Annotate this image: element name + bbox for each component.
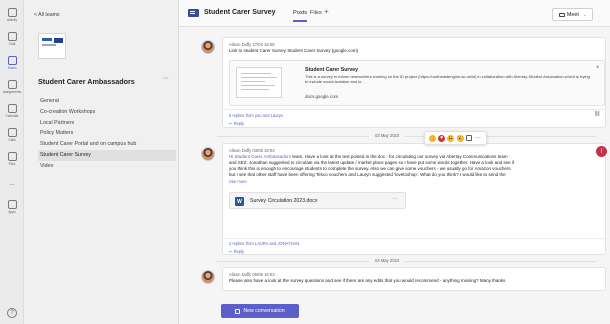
team-more-icon[interactable]: ··· — [162, 75, 169, 82]
channel-list: General Co-creation Workshops Local Part… — [38, 96, 176, 172]
all-teams-link[interactable]: < All teams — [34, 12, 60, 18]
link-icon: ⛓ — [594, 111, 601, 117]
meet-label: Meet — [566, 11, 579, 18]
help-icon[interactable]: ? — [7, 308, 17, 318]
channel-title: Student Carer Survey — [204, 9, 276, 16]
reply-button[interactable]: ↩ Reply — [229, 249, 244, 254]
replies-link[interactable]: 2 replies from LAURA and JONATHAN — [229, 241, 299, 246]
rail-apps[interactable]: Apps — [0, 195, 24, 219]
preview-domain: docs.google.com — [305, 94, 339, 99]
link-preview[interactable]: Student Carer Survey This is a survey to… — [229, 60, 605, 106]
avatar[interactable] — [201, 40, 215, 54]
avatar[interactable] — [201, 270, 215, 284]
laugh-reaction-icon[interactable]: 😆 — [447, 134, 455, 142]
channel-policy[interactable]: Policy Matters — [38, 128, 176, 139]
new-conversation-button[interactable]: New conversation — [221, 304, 299, 318]
reaction-bar: 👍 ♥ 😆 😮 ··· — [424, 131, 487, 145]
urgent-icon: ! — [596, 146, 607, 157]
assignments-icon — [7, 80, 17, 89]
meet-button[interactable]: Meet ⌄ — [552, 8, 593, 21]
more-options-icon[interactable]: ··· — [392, 196, 398, 202]
date-separator-label: 04 May 2023 — [369, 258, 406, 263]
chevron-down-icon[interactable]: ⌄ — [583, 12, 586, 17]
close-icon[interactable]: × — [596, 65, 600, 71]
channel-cocreation[interactable]: Co-creation Workshops — [38, 107, 176, 118]
new-conversation-label: New conversation — [243, 308, 285, 314]
channel-sidebar: < All teams Student Carer Ambassadors ··… — [24, 0, 179, 324]
replies-link[interactable]: 6 replies from you and Lauryn — [229, 113, 283, 118]
post-author-time: Alison Duffy 05/05 16:03 — [229, 272, 275, 277]
rail-label: Assignments — [2, 90, 22, 94]
chat-icon — [7, 32, 17, 41]
save-icon[interactable] — [465, 135, 472, 141]
add-tab-button[interactable]: + — [324, 7, 329, 16]
teams-icon — [7, 56, 17, 65]
compose-icon — [235, 308, 241, 314]
rail-label: Chat — [8, 42, 16, 46]
rail-assignments[interactable]: Assignments — [0, 75, 24, 99]
apps-icon — [7, 200, 17, 209]
rail-calendar[interactable]: Calendar — [0, 99, 24, 123]
avatar[interactable] — [201, 147, 215, 161]
heart-reaction-icon[interactable]: ♥ — [438, 134, 446, 142]
file-icon — [7, 152, 17, 161]
channel-student-carer-survey[interactable]: Student Carer Survey — [38, 149, 176, 161]
post-author-time: Alison Duffy 27/04 16:08 — [229, 42, 275, 47]
word-file-icon: W — [235, 197, 244, 206]
rail-chat[interactable]: Chat — [0, 27, 24, 51]
preview-title: Student Carer Survey — [305, 67, 359, 73]
rail-label: Files — [8, 162, 16, 166]
date-separator — [217, 136, 597, 137]
like-reaction-icon[interactable]: 👍 — [429, 134, 437, 142]
date-separator — [217, 261, 597, 262]
camera-icon — [558, 12, 565, 17]
rail-files[interactable]: Files — [0, 147, 24, 171]
post-text: but I see that other staff have been off… — [229, 172, 506, 177]
rail-calls[interactable]: Calls — [0, 123, 24, 147]
more-icon: ... — [9, 180, 15, 187]
channel-general[interactable]: General — [38, 96, 176, 107]
rail-label: Calendar — [5, 114, 19, 118]
app-rail: Activity Chat Teams Assignments Calendar… — [0, 0, 24, 324]
channel-icon — [188, 9, 199, 17]
tab-posts[interactable]: Posts — [293, 10, 307, 22]
see-more-link[interactable]: See more — [229, 179, 247, 184]
more-options-icon[interactable]: ··· — [474, 135, 482, 142]
phone-icon — [7, 128, 17, 137]
rail-label: Activity — [6, 18, 18, 22]
calendar-icon — [7, 104, 17, 113]
post-card: Alison Duffy 05/05 16:03 Please also hav… — [222, 267, 606, 291]
channel-portal-hub[interactable]: Student Carer Portal and on campus hub — [38, 139, 176, 150]
rail-teams[interactable]: Teams — [0, 51, 24, 75]
reply-button[interactable]: ↩ Reply — [229, 121, 244, 126]
file-name: Survey Circulation 2023.docx — [250, 198, 318, 204]
post-text: Please also have a look at the survey qu… — [229, 278, 506, 283]
team-logo — [38, 33, 66, 59]
date-separator-label: 03 May 2023 — [369, 133, 406, 138]
post-text: Link to student Carer Survey Student Car… — [229, 48, 359, 53]
post-card: Alison Duffy 03/05 18:03 Hi Student Care… — [222, 143, 606, 255]
channel-main: Student Carer Survey Posts Files + Meet … — [179, 0, 610, 324]
surprise-reaction-icon[interactable]: 😮 — [456, 134, 464, 142]
post-card: Alison Duffy 27/04 16:08 Link to student… — [222, 37, 606, 128]
team-mention[interactable]: Hi Student Carer Ambassadors — [229, 154, 291, 159]
channel-header: Student Carer Survey Posts Files + Meet … — [179, 0, 610, 27]
preview-description: This is a survey to inform researchers w… — [305, 74, 590, 85]
rail-label: Apps — [8, 210, 16, 214]
channel-video[interactable]: Video — [38, 161, 176, 172]
preview-thumbnail — [236, 67, 282, 98]
bell-icon — [7, 8, 17, 17]
rail-label: Calls — [8, 138, 16, 142]
rail-activity[interactable]: Activity — [0, 3, 24, 27]
rail-label: Teams — [7, 66, 17, 70]
team-name: Student Carer Ambassadors — [38, 77, 135, 86]
rail-more[interactable]: ... — [0, 171, 24, 195]
file-attachment[interactable]: W Survey Circulation 2023.docx ··· — [229, 192, 406, 209]
channel-local-partners[interactable]: Local Partners — [38, 118, 176, 129]
tab-files[interactable]: Files — [310, 10, 322, 16]
post-author-time: Alison Duffy 03/05 18:03 — [229, 148, 275, 153]
